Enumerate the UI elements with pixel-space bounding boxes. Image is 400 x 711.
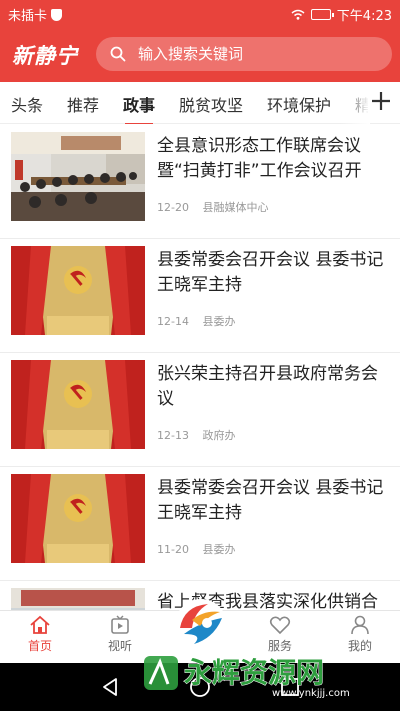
person-icon <box>351 615 369 635</box>
list-item[interactable]: 县委常委会召开会议 县委书记王晓军主持 11-20 县委办 <box>0 467 400 581</box>
article-meta: 12-20 县融媒体中心 <box>157 199 268 215</box>
tab-politics[interactable]: 政事 <box>123 92 155 124</box>
status-bar: 未插卡 下午4:23 <box>0 0 400 26</box>
list-item[interactable]: 张兴荣主持召开县政府常务会议 12-13 政府办 <box>0 353 400 467</box>
party-flag-photo <box>11 360 145 449</box>
wifi-icon <box>291 9 305 20</box>
battery-icon <box>310 9 334 20</box>
carrier-label: 未插卡 <box>8 9 48 24</box>
nav-service[interactable]: 服务 <box>250 615 310 654</box>
clock: 下午4:23 <box>336 9 392 24</box>
app-logo: 新静宁 <box>12 43 78 68</box>
meeting-room-photo <box>11 132 145 221</box>
app-center-logo[interactable] <box>174 598 228 652</box>
news-list: 全县意识形态工作联席会议暨“扫黄打非”工作会议召开 12-20 县融媒体中心 县… <box>0 125 400 610</box>
article-meta: 11-20 县委办 <box>157 541 235 557</box>
list-item[interactable]: 县委常委会召开会议 县委书记王晓军主持 12-14 县委办 <box>0 239 400 353</box>
list-item[interactable]: 全县意识形态工作联席会议暨“扫黄打非”工作会议召开 12-20 县融媒体中心 <box>0 125 400 239</box>
party-flag-photo <box>11 474 145 563</box>
article-date: 12-14 <box>157 315 189 328</box>
tab-poverty-alleviation[interactable]: 脱贫攻坚 <box>179 92 243 116</box>
nav-profile[interactable]: 我的 <box>330 615 390 654</box>
article-title: 县委常委会召开会议 县委书记王晓军主持 <box>157 478 384 523</box>
category-tabs: 头条 推荐 政事 脱贫攻坚 环境保护 精 <box>0 82 400 124</box>
article-meta: 12-13 政府办 <box>157 427 235 443</box>
home-icon <box>30 615 50 634</box>
nav-home[interactable]: 首页 <box>10 615 70 654</box>
back-icon[interactable] <box>98 675 122 699</box>
video-icon <box>111 615 129 634</box>
party-flag-photo <box>11 246 145 335</box>
add-tab-icon[interactable] <box>368 88 394 114</box>
article-title: 全县意识形态工作联席会议暨“扫黄打非”工作会议召开 <box>157 136 362 181</box>
nav-video-label: 视听 <box>107 639 132 653</box>
tab-environment[interactable]: 环境保护 <box>267 92 331 116</box>
office-photo <box>11 588 145 610</box>
article-source: 政府办 <box>202 429 236 442</box>
article-date: 12-13 <box>157 429 189 442</box>
watermark-text: 永辉资源网 <box>184 656 324 689</box>
tab-recommended[interactable]: 推荐 <box>67 92 99 116</box>
watermark-url: www.ynkjjj.com <box>272 688 350 698</box>
watermark: 永辉资源网 www.ynkjjj.com <box>140 650 395 699</box>
article-source: 县融媒体中心 <box>202 201 269 214</box>
article-source: 县委办 <box>202 543 236 556</box>
nav-video[interactable]: 视听 <box>90 615 150 654</box>
article-meta: 12-14 县委办 <box>157 313 235 329</box>
heart-hands-icon <box>269 616 291 635</box>
article-date: 12-20 <box>157 201 189 214</box>
search-input[interactable] <box>138 45 358 63</box>
article-date: 11-20 <box>157 543 189 556</box>
tab-headlines[interactable]: 头条 <box>11 92 43 116</box>
app-header: 新静宁 <box>0 26 400 82</box>
search-box[interactable] <box>96 37 392 71</box>
article-source: 县委办 <box>202 315 236 328</box>
article-title: 张兴荣主持召开县政府常务会议 <box>157 364 378 409</box>
search-icon <box>110 46 126 62</box>
article-title: 县委常委会召开会议 县委书记王晓军主持 <box>157 250 384 295</box>
shield-icon <box>51 8 63 21</box>
nav-home-label: 首页 <box>27 639 52 653</box>
